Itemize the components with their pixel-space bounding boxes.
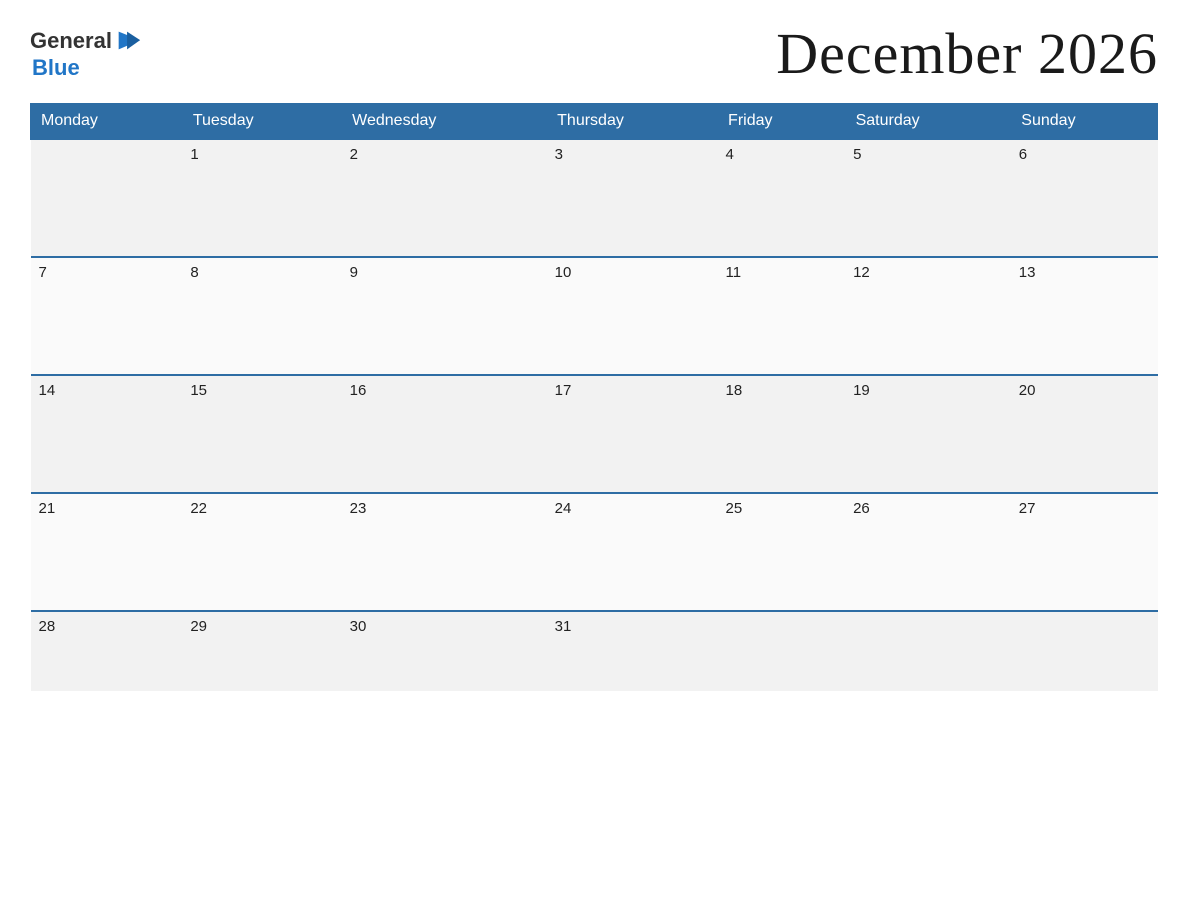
calendar-cell: 31 xyxy=(547,611,718,691)
calendar-cell: 4 xyxy=(718,139,846,257)
calendar-cell: 26 xyxy=(845,493,1011,611)
header: General Blue December 2026 xyxy=(30,20,1158,87)
week-row: 28 29 30 31 xyxy=(31,611,1158,691)
calendar-cell xyxy=(718,611,846,691)
calendar-cell: 8 xyxy=(182,257,341,375)
calendar-cell: 7 xyxy=(31,257,183,375)
days-of-week-row: Monday Tuesday Wednesday Thursday Friday… xyxy=(31,104,1158,140)
week-row: 1 2 3 4 5 6 xyxy=(31,139,1158,257)
calendar-cell: 29 xyxy=(182,611,341,691)
logo-general-text: General xyxy=(30,28,112,54)
calendar-cell: 22 xyxy=(182,493,341,611)
calendar-cell: 25 xyxy=(718,493,846,611)
calendar-cell: 5 xyxy=(845,139,1011,257)
week-row: 14 15 16 17 18 19 20 xyxy=(31,375,1158,493)
calendar-cell: 17 xyxy=(547,375,718,493)
calendar-cell: 28 xyxy=(31,611,183,691)
calendar-table: Monday Tuesday Wednesday Thursday Friday… xyxy=(30,103,1158,691)
calendar-cell: 11 xyxy=(718,257,846,375)
col-thursday: Thursday xyxy=(547,104,718,140)
calendar-cell: 27 xyxy=(1011,493,1158,611)
calendar-cell: 14 xyxy=(31,375,183,493)
col-friday: Friday xyxy=(718,104,846,140)
logo-triangle-icon xyxy=(114,27,142,55)
calendar-cell: 3 xyxy=(547,139,718,257)
col-wednesday: Wednesday xyxy=(342,104,547,140)
col-sunday: Sunday xyxy=(1011,104,1158,140)
calendar-cell: 18 xyxy=(718,375,846,493)
calendar-cell: 24 xyxy=(547,493,718,611)
calendar-cell: 12 xyxy=(845,257,1011,375)
calendar-cell: 1 xyxy=(182,139,341,257)
week-row: 21 22 23 24 25 26 27 xyxy=(31,493,1158,611)
logo: General Blue xyxy=(30,27,142,81)
week-row: 7 8 9 10 11 12 13 xyxy=(31,257,1158,375)
calendar-cell: 9 xyxy=(342,257,547,375)
logo-row2: Blue xyxy=(32,55,80,81)
calendar-cell: 30 xyxy=(342,611,547,691)
logo-row1: General xyxy=(30,27,142,55)
calendar-cell: 13 xyxy=(1011,257,1158,375)
calendar-cell xyxy=(1011,611,1158,691)
calendar-cell: 10 xyxy=(547,257,718,375)
calendar-header: Monday Tuesday Wednesday Thursday Friday… xyxy=(31,104,1158,140)
calendar-cell xyxy=(845,611,1011,691)
calendar-cell: 16 xyxy=(342,375,547,493)
calendar-cell: 21 xyxy=(31,493,183,611)
col-saturday: Saturday xyxy=(845,104,1011,140)
page: General Blue December 2026 Monday Tuesda… xyxy=(0,0,1188,918)
calendar-cell: 20 xyxy=(1011,375,1158,493)
col-tuesday: Tuesday xyxy=(182,104,341,140)
calendar-cell: 2 xyxy=(342,139,547,257)
calendar-cell xyxy=(31,139,183,257)
logo-blue-text: Blue xyxy=(32,55,80,81)
month-title: December 2026 xyxy=(776,20,1158,87)
calendar-cell: 23 xyxy=(342,493,547,611)
calendar-cell: 19 xyxy=(845,375,1011,493)
col-monday: Monday xyxy=(31,104,183,140)
calendar-body: 1 2 3 4 5 6 7 8 9 10 11 12 13 14 15 16 xyxy=(31,139,1158,691)
calendar-cell: 6 xyxy=(1011,139,1158,257)
calendar-cell: 15 xyxy=(182,375,341,493)
